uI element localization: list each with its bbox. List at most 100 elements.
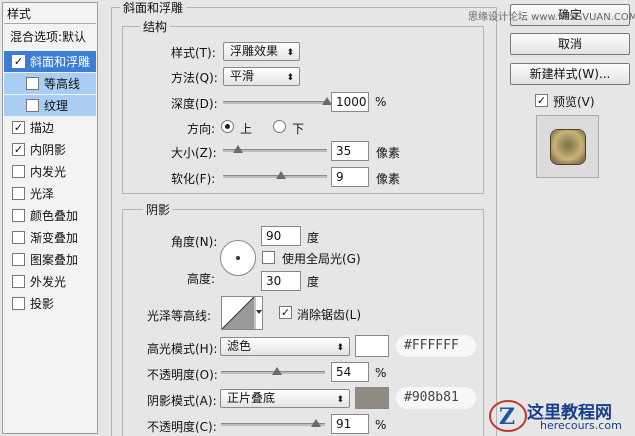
sidebar-item-stroke[interactable]: ✓ 描边	[4, 117, 96, 138]
updown-arrows-icon: ⬍	[286, 48, 294, 58]
sidebar-item-texture[interactable]: 纹理	[4, 95, 96, 116]
soften-slider[interactable]	[223, 171, 327, 179]
size-slider[interactable]	[223, 145, 327, 153]
sidebar-item-bevel-emboss[interactable]: ✓ 斜面和浮雕	[4, 51, 96, 72]
soften-input[interactable]: 9	[331, 167, 369, 187]
sidebar-item-label: 外发光	[30, 275, 67, 289]
angle-dial[interactable]	[220, 240, 256, 276]
style-label: 样式(T):	[171, 46, 216, 60]
direction-label: 方向:	[187, 122, 216, 136]
outer-glow-checkbox[interactable]	[12, 275, 25, 288]
sidebar-item-label: 混合选项:默认	[10, 30, 87, 44]
depth-slider[interactable]	[223, 97, 332, 105]
altitude-unit: 度	[307, 275, 320, 289]
highlight-opacity-label: 不透明度(O):	[147, 368, 218, 382]
shadow-opacity-label: 不透明度(C):	[147, 420, 217, 434]
angle-input[interactable]: 90	[261, 226, 301, 246]
sidebar-item-pattern-overlay[interactable]: 图案叠加	[4, 249, 96, 270]
gloss-contour-picker[interactable]	[221, 296, 263, 330]
contour-checkbox[interactable]	[26, 77, 39, 90]
preview-checkbox[interactable]: ✓	[535, 94, 548, 107]
stroke-checkbox[interactable]: ✓	[12, 121, 25, 134]
svg-text:Z: Z	[499, 404, 515, 430]
sidebar-item-label: 等高线	[44, 77, 81, 91]
new-style-button[interactable]: 新建样式(W)...	[510, 63, 630, 85]
sidebar-item-drop-shadow[interactable]: 投影	[4, 293, 96, 314]
shadow-mode-value: 正片叠底	[227, 391, 276, 405]
cancel-button[interactable]: 取消	[510, 33, 630, 55]
direction-down-radio[interactable]	[273, 120, 286, 133]
size-slider-thumb[interactable]	[232, 145, 243, 153]
sidebar-item-label: 纹理	[44, 99, 69, 113]
technique-select[interactable]: 平滑 ⬍	[223, 67, 300, 86]
antialias-checkbox[interactable]: ✓	[279, 306, 292, 319]
altitude-input[interactable]: 30	[261, 271, 301, 291]
divider	[4, 23, 96, 24]
highlight-opacity-slider[interactable]	[221, 367, 325, 375]
sidebar-item-contour[interactable]: 等高线	[4, 73, 96, 94]
sidebar-item-satin[interactable]: 光泽	[4, 183, 96, 204]
depth-input[interactable]: 1000	[331, 92, 369, 112]
texture-checkbox[interactable]	[26, 99, 39, 112]
size-input[interactable]: 35	[331, 141, 369, 161]
inner-shadow-checkbox[interactable]: ✓	[12, 143, 25, 156]
size-unit: 像素	[376, 146, 401, 160]
pattern-overlay-checkbox[interactable]	[12, 253, 25, 266]
angle-label: 角度(N):	[171, 235, 218, 249]
angle-unit: 度	[307, 231, 320, 245]
sidebar-item-label: 投影	[30, 297, 55, 311]
antialias-label: 消除锯齿(L)	[297, 308, 362, 322]
structure-title: 结构	[140, 18, 171, 35]
direction-up-label: 上	[240, 122, 253, 136]
highlight-opacity-thumb[interactable]	[272, 367, 283, 375]
depth-unit: %	[375, 95, 387, 109]
technique-select-value: 平滑	[230, 69, 255, 83]
inner-glow-checkbox[interactable]	[12, 165, 25, 178]
sidebar-item-label: 渐变叠加	[30, 231, 79, 245]
shadow-color-swatch[interactable]	[355, 387, 389, 409]
shadow-mode-label: 阴影模式(A):	[147, 394, 217, 408]
style-select[interactable]: 浮雕效果 ⬍	[223, 42, 300, 61]
sidebar-item-label: 光泽	[30, 187, 55, 201]
preview-label: 预览(V)	[553, 95, 595, 109]
watermark-url: herecours.com	[540, 419, 622, 432]
contour-curve-icon	[221, 296, 262, 330]
preview-thumbnail	[536, 115, 599, 178]
sidebar-item-inner-glow[interactable]: 内发光	[4, 161, 96, 182]
global-light-checkbox[interactable]	[262, 251, 275, 264]
sidebar-item-label: 图案叠加	[30, 253, 79, 267]
shadow-opacity-thumb[interactable]	[310, 419, 321, 427]
highlight-mode-value: 滤色	[227, 339, 252, 353]
sidebar-item-inner-shadow[interactable]: ✓ 内阴影	[4, 139, 96, 160]
sidebar-item-blending-options[interactable]: 混合选项:默认	[4, 26, 96, 47]
updown-arrows-icon: ⬍	[286, 73, 294, 83]
size-label: 大小(Z):	[171, 146, 217, 160]
sidebar-item-color-overlay[interactable]: 颜色叠加	[4, 205, 96, 226]
gradient-overlay-checkbox[interactable]	[12, 231, 25, 244]
highlight-color-swatch[interactable]	[355, 335, 389, 357]
sidebar-item-outer-glow[interactable]: 外发光	[4, 271, 96, 292]
soften-slider-thumb[interactable]	[276, 171, 287, 179]
angle-dial-center	[236, 256, 240, 260]
direction-up-radio[interactable]	[221, 120, 234, 133]
sidebar-item-label: 内阴影	[30, 143, 67, 157]
shadow-opacity-input[interactable]: 91	[331, 414, 369, 434]
color-overlay-checkbox[interactable]	[12, 209, 25, 222]
sidebar-item-label: 内发光	[30, 165, 67, 179]
sidebar-item-gradient-overlay[interactable]: 渐变叠加	[4, 227, 96, 248]
shadow-mode-select[interactable]: 正片叠底 ⬍	[220, 389, 350, 408]
satin-checkbox[interactable]	[12, 187, 25, 200]
updown-arrows-icon: ⬍	[336, 395, 344, 405]
styles-title: 样式	[7, 7, 32, 21]
preview-swatch	[551, 130, 585, 164]
gloss-contour-label: 光泽等高线:	[147, 309, 212, 323]
highlight-mode-select[interactable]: 滤色 ⬍	[220, 337, 350, 356]
shadow-opacity-slider[interactable]	[221, 419, 325, 427]
altitude-label: 高度:	[187, 272, 216, 286]
site-logo-icon: Z	[488, 398, 528, 434]
bevel-checkbox[interactable]: ✓	[12, 55, 25, 68]
highlight-opacity-unit: %	[375, 366, 387, 380]
highlight-opacity-input[interactable]: 54	[331, 362, 369, 382]
drop-shadow-checkbox[interactable]	[12, 297, 25, 310]
sidebar-item-label: 斜面和浮雕	[30, 55, 91, 69]
